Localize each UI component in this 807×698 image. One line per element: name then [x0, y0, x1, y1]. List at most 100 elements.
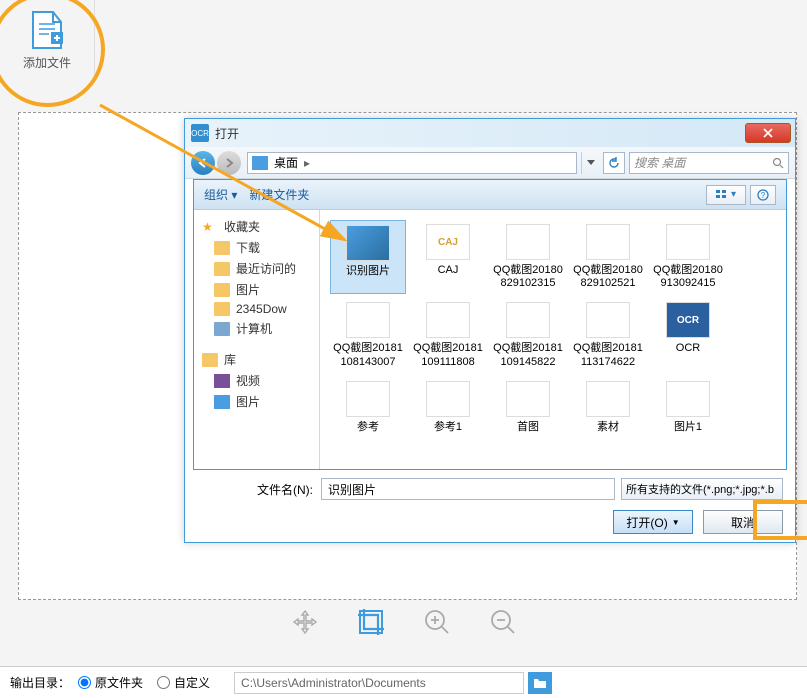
zoom-in-icon: [423, 608, 451, 636]
sidebar-item-favorites[interactable]: ★ 收藏夹: [194, 216, 319, 237]
browse-folder-button[interactable]: [528, 672, 552, 694]
sidebar-label: 计算机: [236, 320, 272, 337]
file-thumb: [426, 302, 470, 338]
cancel-button[interactable]: 取消: [703, 510, 783, 534]
sidebar-item-libraries[interactable]: 库: [194, 349, 319, 370]
sidebar-item-2345[interactable]: 2345Dow: [194, 300, 319, 318]
view-mode-button[interactable]: ▾: [706, 185, 746, 205]
sidebar-item-videos[interactable]: 视频: [194, 370, 319, 391]
zoom-out-icon: [489, 608, 517, 636]
sidebar-item-downloads[interactable]: 下载: [194, 237, 319, 258]
file-label: QQ截图20180829102315: [492, 264, 564, 290]
open-button[interactable]: 打开(O) ▼: [613, 510, 693, 534]
file-item[interactable]: 参考1: [410, 377, 486, 438]
search-placeholder: 搜索 桌面: [634, 154, 685, 171]
crop-tool[interactable]: [356, 607, 386, 637]
desktop-icon: [252, 156, 268, 170]
file-thumb: [346, 225, 390, 261]
file-item[interactable]: 识别图片: [330, 220, 406, 294]
file-thumb: [666, 381, 710, 417]
nav-back-button[interactable]: [191, 151, 215, 175]
sidebar-label: 2345Dow: [236, 302, 287, 316]
move-tool[interactable]: [290, 607, 320, 637]
output-bar: 输出目录： 原文件夹 自定义: [0, 666, 807, 698]
nav-path[interactable]: 桌面 ▸: [247, 152, 577, 174]
file-thumb: CAJ: [426, 224, 470, 260]
help-icon: ?: [757, 189, 769, 201]
radio-custom-label: 自定义: [174, 674, 210, 691]
library-icon: [202, 353, 218, 367]
filetype-label: 所有支持的文件(*.png;*.jpg;*.b: [626, 481, 774, 497]
filename-label: 文件名(N):: [197, 481, 321, 498]
file-item[interactable]: QQ截图20180913092415: [650, 220, 726, 294]
radio-original-folder[interactable]: 原文件夹: [78, 674, 143, 691]
output-path-input[interactable]: [234, 672, 524, 694]
nav-forward-button[interactable]: [217, 151, 241, 175]
nav-refresh-button[interactable]: [603, 152, 625, 174]
file-item[interactable]: QQ截图20180829102521: [570, 220, 646, 294]
sidebar-item-recent[interactable]: 最近访问的: [194, 258, 319, 279]
file-thumb: [586, 381, 630, 417]
file-label: QQ截图20181109145822: [492, 342, 564, 368]
file-thumb: [346, 302, 390, 338]
file-item[interactable]: 图片1: [650, 377, 726, 438]
nav-search-input[interactable]: 搜索 桌面: [629, 152, 789, 174]
file-item[interactable]: CAJCAJ: [410, 220, 486, 294]
bottom-toolbar: [0, 600, 807, 644]
radio-original-label: 原文件夹: [95, 674, 143, 691]
radio-custom-folder[interactable]: 自定义: [157, 674, 210, 691]
filetype-select[interactable]: 所有支持的文件(*.png;*.jpg;*.b: [621, 478, 783, 500]
new-folder-button[interactable]: 新建文件夹: [249, 186, 309, 203]
picture-icon: [214, 395, 230, 409]
output-radio-group: 原文件夹 自定义: [78, 674, 224, 691]
file-thumb: [506, 302, 550, 338]
filename-input[interactable]: [321, 478, 615, 500]
file-item[interactable]: 参考: [330, 377, 406, 438]
file-thumb: [506, 224, 550, 260]
files-grid[interactable]: 识别图片CAJCAJQQ截图20180829102315 QQ截图20180829…: [320, 210, 786, 469]
search-icon: [772, 157, 784, 169]
sidebar-label: 最近访问的: [236, 260, 296, 277]
file-item[interactable]: 素材: [570, 377, 646, 438]
file-label: QQ截图20181109111808: [412, 342, 484, 368]
file-label: QQ截图20180829102521: [572, 264, 644, 290]
computer-icon: [214, 322, 230, 336]
close-button[interactable]: [745, 123, 791, 143]
grid-icon: [716, 190, 728, 200]
zoom-out-tool[interactable]: [488, 607, 518, 637]
file-item[interactable]: QQ截图20181108143007: [330, 298, 406, 372]
file-item[interactable]: QQ截图20181109111808: [410, 298, 486, 372]
file-label: QQ截图20181113174622: [572, 342, 644, 368]
file-label: 首图: [517, 421, 539, 434]
dialog-toolbar: 组织 ▾ 新建文件夹 ▾ ?: [194, 180, 786, 210]
file-label: 参考: [357, 421, 379, 434]
path-separator: ▸: [304, 156, 310, 170]
close-icon: [763, 128, 773, 138]
file-item[interactable]: OCROCR: [650, 298, 726, 372]
file-item[interactable]: QQ截图20181109145822: [490, 298, 566, 372]
organize-menu[interactable]: 组织 ▾: [204, 186, 237, 203]
zoom-in-tool[interactable]: [422, 607, 452, 637]
file-label: 图片1: [674, 421, 702, 434]
dialog-inner: 组织 ▾ 新建文件夹 ▾ ? ★ 收藏夹 下载 最近访问的: [193, 179, 787, 470]
dialog-nav: 桌面 ▸ 搜索 桌面: [185, 147, 795, 179]
file-item[interactable]: QQ截图20180829102315: [490, 220, 566, 294]
help-button[interactable]: ?: [750, 185, 776, 205]
folder-icon: [214, 241, 230, 255]
file-item[interactable]: QQ截图20181113174622: [570, 298, 646, 372]
radio-original-input[interactable]: [78, 676, 91, 689]
file-thumb: [586, 302, 630, 338]
file-thumb: OCR: [666, 302, 710, 338]
path-segment: 桌面: [274, 154, 298, 171]
sidebar-label: 图片: [236, 393, 260, 410]
folder-icon: [214, 283, 230, 297]
sidebar-item-computer[interactable]: 计算机: [194, 318, 319, 339]
nav-path-dropdown[interactable]: [581, 152, 599, 174]
file-thumb: [426, 381, 470, 417]
sidebar-item-lib-pictures[interactable]: 图片: [194, 391, 319, 412]
open-file-dialog: OCR 打开 桌面 ▸ 搜索 桌面 组织 ▾: [184, 118, 796, 543]
sidebar-item-pictures[interactable]: 图片: [194, 279, 319, 300]
add-file-button[interactable]: 添加文件: [0, 0, 95, 80]
file-item[interactable]: 首图: [490, 377, 566, 438]
radio-custom-input[interactable]: [157, 676, 170, 689]
